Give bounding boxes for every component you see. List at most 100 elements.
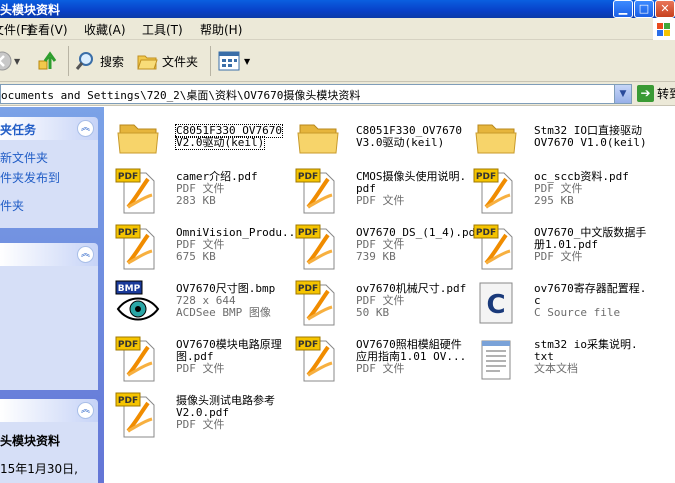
file-name: OV7670 V1.0(keil)	[534, 136, 647, 149]
pdf-file-icon: PDF	[473, 224, 513, 270]
file-item[interactable]: PDF OV7670_中文版数据手 册1.01.pdf PDF 文件	[472, 223, 652, 275]
collapse-icon[interactable]: ︽	[77, 402, 94, 419]
svg-text:PDF: PDF	[118, 340, 138, 350]
file-view: C8051F330_OV7670 V2.0驱动(keil) C8051F330_O…	[104, 107, 675, 483]
close-button[interactable]: ✕	[655, 0, 675, 18]
text-document-icon	[481, 340, 511, 380]
file-item[interactable]: Stm32 IO口直接驱动 OV7670 V1.0(keil)	[472, 113, 652, 165]
file-meta: 50 KB	[356, 306, 390, 319]
address-input[interactable]: ocuments and Settings\720_2\桌面\资料\OV7670…	[0, 84, 632, 104]
pdf-file-icon: PDF	[115, 224, 155, 270]
details-name: 头模块资料	[0, 434, 61, 448]
back-button[interactable]	[0, 48, 12, 74]
file-meta: 739 KB	[356, 250, 396, 263]
up-folder-button[interactable]	[36, 48, 60, 74]
go-label: 转到	[657, 87, 675, 101]
file-item[interactable]: PDF OV7670_DS_(1_4).pdf PDF 文件 739 KB	[294, 223, 482, 275]
menu-bar: 文件(F) 查看(V) 收藏(A) 工具(T) 帮助(H)	[0, 18, 675, 40]
file-meta: 675 KB	[176, 250, 216, 263]
task-link-new-folder[interactable]: 新文件夹	[0, 149, 48, 166]
file-item[interactable]: stm32 io采集说明. txt 文本文档	[472, 335, 652, 387]
menu-view[interactable]: 查看(V)	[26, 21, 68, 38]
file-item[interactable]: PDF 摄像头测试电路参考 V2.0.pdf PDF 文件	[114, 391, 294, 443]
toolbar-separator	[68, 46, 69, 76]
pdf-file-icon: PDF	[295, 224, 335, 270]
file-name: ov7670寄存器配置程.	[534, 282, 647, 295]
toolbar: ▼ 搜索 文件夹 ▼	[0, 40, 675, 82]
svg-text:PDF: PDF	[476, 228, 496, 238]
address-bar: ocuments and Settings\720_2\桌面\资料\OV7670…	[0, 82, 675, 106]
views-button[interactable]: ▼	[218, 48, 250, 74]
go-arrow-icon: ➔	[637, 85, 654, 102]
search-label: 搜索	[100, 54, 125, 69]
svg-text:PDF: PDF	[298, 228, 318, 238]
collapse-icon[interactable]: ︽	[77, 246, 94, 263]
search-icon	[75, 52, 93, 70]
windows-logo-icon	[653, 18, 675, 40]
minimize-button[interactable]: ▁	[613, 0, 633, 18]
address-dropdown-button[interactable]: ▼	[614, 85, 631, 103]
details-modified: 15年1月30日,	[0, 462, 78, 476]
file-item[interactable]: C ov7670寄存器配置程. c C Source file	[472, 279, 652, 331]
menu-tools[interactable]: 工具(T)	[142, 21, 183, 38]
svg-text:PDF: PDF	[118, 172, 138, 182]
file-item[interactable]: BMP OV7670尺寸图.bmp 728 x 644 ACDSee BMP 图像	[114, 279, 294, 331]
folder-tasks-title: 夹任务	[0, 123, 37, 137]
folders-icon	[137, 55, 158, 70]
menu-help[interactable]: 帮助(H)	[200, 21, 242, 38]
file-item[interactable]: C8051F330_OV7670 V2.0驱动(keil)	[114, 113, 294, 165]
other-places-header[interactable]: ︽	[0, 243, 98, 266]
collapse-icon[interactable]: ︽	[77, 120, 94, 137]
file-item[interactable]: PDF CMOS摄像头使用说明. pdf PDF 文件	[294, 167, 474, 219]
file-item[interactable]: PDF OmniVision_Produ... PDF 文件 675 KB	[114, 223, 302, 275]
up-folder-icon	[38, 51, 57, 70]
file-meta: PDF 文件	[356, 362, 405, 375]
file-item[interactable]: C8051F330_OV7670 V3.0驱动(keil)	[294, 113, 474, 165]
file-meta: ACDSee BMP 图像	[176, 306, 271, 319]
file-meta: 295 KB	[534, 194, 574, 207]
folder-tasks-header[interactable]: 夹任务 ︽	[0, 117, 98, 140]
file-item[interactable]: PDF ov7670机械尺寸.pdf PDF 文件 50 KB	[294, 279, 474, 331]
file-item[interactable]: PDF OV7670照相模組硬件 应用指南1.01 OV... PDF 文件	[294, 335, 474, 387]
chevron-down-icon: ▼	[244, 56, 251, 66]
pdf-file-icon: PDF	[295, 168, 335, 214]
back-arrow-icon	[0, 51, 12, 71]
svg-text:PDF: PDF	[298, 340, 318, 350]
svg-text:PDF: PDF	[298, 284, 318, 294]
pdf-file-icon: PDF	[295, 280, 335, 326]
file-name: V3.0驱动(keil)	[356, 136, 445, 149]
file-meta: PDF 文件	[176, 418, 225, 431]
file-meta: PDF 文件	[176, 362, 225, 375]
title-bar: 头模块资料 ▁ □ ✕	[0, 0, 675, 18]
go-button[interactable]: ➔ 转到	[637, 85, 675, 102]
file-meta: 283 KB	[176, 194, 216, 207]
task-link-share-folder[interactable]: 件夹	[0, 197, 24, 214]
folder-icon	[117, 124, 159, 154]
bmp-eye-icon: BMP	[115, 280, 160, 321]
forward-dropdown[interactable]: ▼	[14, 48, 20, 74]
maximize-button[interactable]: □	[634, 0, 654, 18]
file-item[interactable]: PDF oc_sccb资料.pdf PDF 文件 295 KB	[472, 167, 652, 219]
other-places-body	[0, 266, 98, 390]
file-meta: PDF 文件	[534, 250, 583, 263]
search-button[interactable]: 搜索	[74, 48, 124, 74]
folders-button[interactable]: 文件夹	[136, 48, 198, 74]
window-title: 头模块资料	[0, 3, 61, 17]
pdf-file-icon: PDF	[295, 336, 335, 382]
task-link-publish-folder[interactable]: 件夹发布到	[0, 169, 60, 186]
file-meta: C Source file	[534, 306, 621, 319]
file-meta: PDF 文件	[356, 194, 405, 207]
task-pane: 夹任务 ︽ 新文件夹 件夹发布到 件夹 ︽ ︽ 头模块资料 15年1月30日,	[0, 107, 104, 483]
folder-tasks-body: 新文件夹 件夹发布到 件夹	[0, 140, 98, 228]
svg-text:C: C	[486, 290, 505, 320]
details-body: 头模块资料 15年1月30日,	[0, 422, 98, 483]
file-item[interactable]: PDF camer介绍.pdf PDF 文件 283 KB	[114, 167, 294, 219]
svg-text:PDF: PDF	[118, 396, 138, 406]
pdf-file-icon: PDF	[115, 168, 155, 214]
svg-text:PDF: PDF	[476, 172, 496, 182]
views-grid-icon	[218, 51, 240, 71]
details-header[interactable]: ︽	[0, 399, 98, 422]
menu-favorites[interactable]: 收藏(A)	[84, 21, 126, 38]
toolbar-separator	[210, 46, 211, 76]
file-item[interactable]: PDF OV7670模块电路原理 图.pdf PDF 文件	[114, 335, 294, 387]
